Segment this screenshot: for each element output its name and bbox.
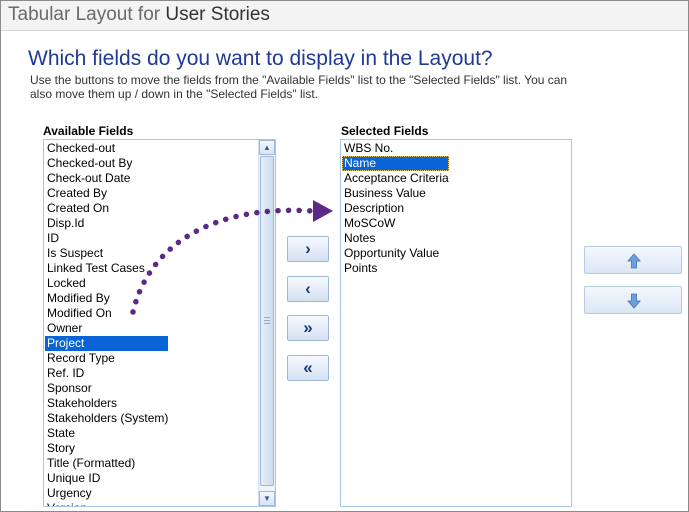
annotation-arrow-icon bbox=[130, 200, 333, 315]
